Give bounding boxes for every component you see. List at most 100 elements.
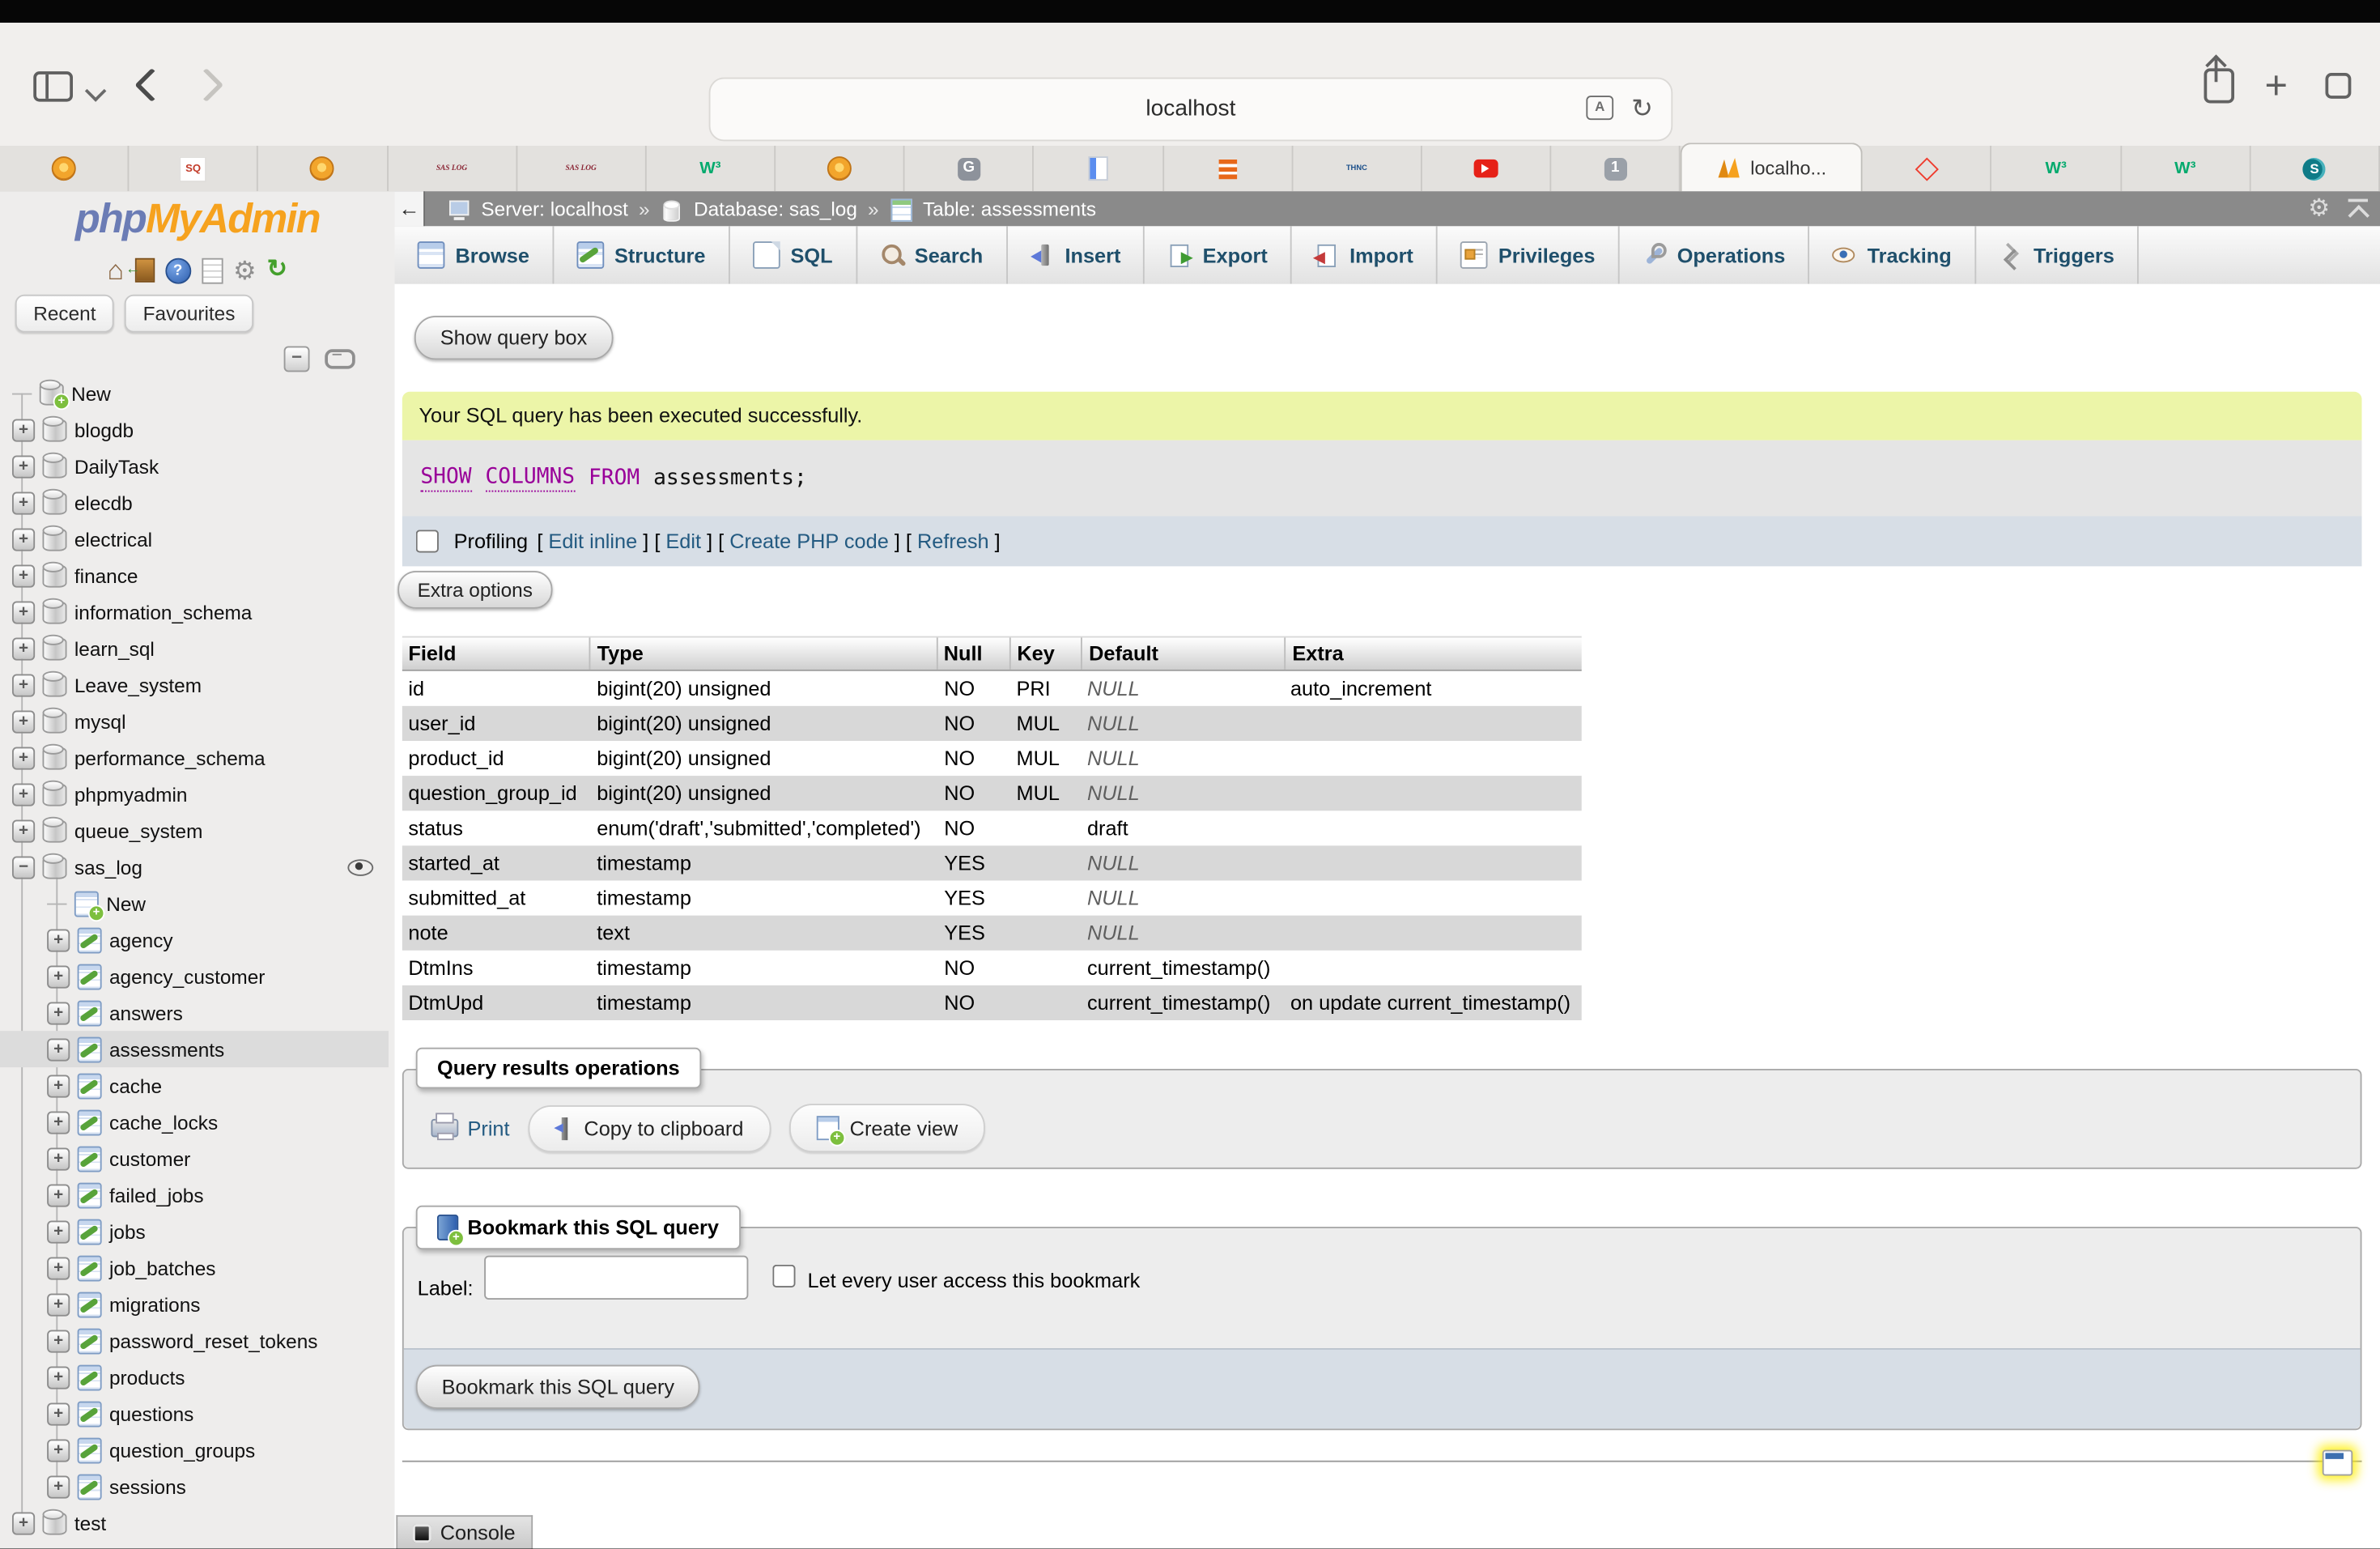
favourites-button[interactable]: Favourites — [125, 295, 253, 333]
console-tab[interactable]: Console — [396, 1515, 532, 1548]
sidebar-item-failed-jobs[interactable]: failed_jobs — [0, 1177, 389, 1213]
tab-overview-icon[interactable] — [2326, 73, 2352, 99]
sidebar-item-leave-system[interactable]: Leave_system — [0, 666, 389, 703]
plus-box-icon[interactable] — [47, 1184, 70, 1206]
tab-export[interactable]: Export — [1145, 226, 1291, 283]
sidebar-item-question-groups[interactable]: question_groups — [0, 1432, 389, 1468]
plus-box-icon[interactable] — [12, 747, 35, 769]
print-link[interactable]: Print — [431, 1117, 510, 1139]
scroll-to-top-icon[interactable] — [2348, 198, 2368, 219]
tab-triggers[interactable]: Triggers — [1976, 226, 2139, 283]
address-bar[interactable]: localhost A ↻ — [709, 78, 1673, 142]
tab-privileges[interactable]: Privileges — [1438, 226, 1620, 283]
plus-box-icon[interactable] — [12, 674, 35, 696]
plus-box-icon[interactable] — [47, 1147, 70, 1170]
minus-box-icon[interactable] — [12, 856, 35, 879]
tab-structure[interactable]: Structure — [554, 226, 730, 283]
plus-box-icon[interactable] — [47, 1330, 70, 1352]
profiling-link-create-php-code[interactable]: Create PHP code — [729, 530, 889, 552]
tab-search[interactable]: Search — [857, 226, 1008, 283]
browser-tab-squat[interactable] — [130, 146, 259, 191]
tab-tracking[interactable]: Tracking — [1809, 226, 1975, 283]
sidebar-item-assessments[interactable]: assessments — [0, 1031, 389, 1067]
extra-options-button[interactable]: Extra options — [397, 571, 552, 609]
sidebar-item-new[interactable]: New — [0, 885, 389, 921]
plus-box-icon[interactable] — [47, 1111, 70, 1134]
sidebar-item-learn-sql[interactable]: learn_sql — [0, 630, 389, 666]
sidebar-toggle-icon[interactable] — [33, 71, 73, 102]
create-view-button[interactable]: Create view — [789, 1104, 985, 1152]
translate-icon[interactable]: A — [1586, 96, 1613, 120]
plus-box-icon[interactable] — [47, 1038, 70, 1061]
sidebar-item-elecdb[interactable]: elecdb — [0, 484, 389, 521]
plus-box-icon[interactable] — [47, 1366, 70, 1389]
profiling-link-refresh[interactable]: Refresh — [917, 530, 989, 552]
sidebar-item-sas-log[interactable]: sas_log — [0, 849, 389, 885]
plus-box-icon[interactable] — [47, 1002, 70, 1024]
reload-icon[interactable]: ↻ — [1631, 79, 1653, 140]
breadcrumb-server[interactable]: Server: localhost — [481, 198, 628, 220]
plus-box-icon[interactable] — [12, 637, 35, 660]
sidebar-item-products[interactable]: products — [0, 1359, 389, 1395]
plus-box-icon[interactable] — [12, 419, 35, 441]
sidebar-item-test[interactable]: test — [0, 1504, 389, 1541]
sidebar-item-phpmyadmin[interactable]: phpmyadmin — [0, 776, 389, 812]
collapse-all-icon[interactable]: − — [284, 347, 310, 372]
sidebar-item-performance-schema[interactable]: performance_schema — [0, 739, 389, 776]
documentation-icon[interactable] — [202, 257, 223, 283]
sidebar-item-customer[interactable]: customer — [0, 1140, 389, 1177]
sidebar-item-agency-customer[interactable]: agency_customer — [0, 958, 389, 994]
back-icon[interactable] — [134, 68, 168, 102]
plus-box-icon[interactable] — [12, 819, 35, 842]
show-query-box-button[interactable]: Show query box — [414, 316, 613, 360]
share-bookmark-checkbox[interactable] — [772, 1265, 795, 1287]
plus-box-icon[interactable] — [47, 1220, 70, 1243]
tab-browse[interactable]: Browse — [395, 226, 554, 283]
home-icon[interactable]: ⌂ — [108, 257, 124, 284]
plus-box-icon[interactable] — [12, 1512, 35, 1534]
sidebar-item-mysql[interactable]: mysql — [0, 703, 389, 739]
browser-tab-orange-mandala[interactable] — [258, 146, 388, 191]
browser-tab-saslog[interactable] — [517, 146, 647, 191]
tab-operations[interactable]: Operations — [1619, 226, 1809, 283]
new-tab-icon[interactable]: + — [2265, 66, 2288, 105]
link-icon[interactable] — [325, 349, 355, 368]
sidebar-item-finance[interactable]: finance — [0, 557, 389, 594]
plus-box-icon[interactable] — [12, 455, 35, 478]
plus-box-icon[interactable] — [47, 965, 70, 988]
chevron-down-icon[interactable] — [85, 80, 107, 102]
sidebar-item-cache[interactable]: cache — [0, 1067, 389, 1104]
new-window-icon[interactable] — [2323, 1450, 2353, 1476]
sidebar-item-blogdb[interactable]: blogdb — [0, 411, 389, 448]
sidebar-item-cache-locks[interactable]: cache_locks — [0, 1104, 389, 1140]
browser-tab-orange-mandala[interactable] — [0, 146, 130, 191]
share-icon[interactable] — [2204, 68, 2235, 103]
browser-tab-orange-mandala[interactable] — [776, 146, 905, 191]
profiling-checkbox[interactable] — [416, 530, 439, 552]
phpmyadmin-logo[interactable]: phpMyAdmin — [0, 196, 395, 241]
breadcrumb-database[interactable]: Database: sas_log — [694, 198, 857, 220]
tab-import[interactable]: Import — [1292, 226, 1438, 283]
browser-tab-saslog[interactable] — [388, 146, 517, 191]
sidebar-item-jobs[interactable]: jobs — [0, 1213, 389, 1249]
profiling-link-edit[interactable]: Edit — [665, 530, 701, 552]
recent-button[interactable]: Recent — [15, 295, 114, 333]
plus-box-icon[interactable] — [47, 1439, 70, 1462]
collapse-sidebar-arrow[interactable]: ← — [395, 191, 426, 226]
plus-box-icon[interactable] — [12, 710, 35, 733]
browser-tab-one[interactable] — [1551, 146, 1681, 191]
plus-box-icon[interactable] — [47, 1075, 70, 1097]
sidebar-item-queue-system[interactable]: queue_system — [0, 812, 389, 849]
help-icon[interactable]: ? — [165, 257, 191, 283]
plus-box-icon[interactable] — [47, 929, 70, 951]
sidebar-item-agency[interactable]: agency — [0, 921, 389, 958]
browser-tab-sharepoint[interactable] — [2250, 146, 2380, 191]
plus-box-icon[interactable] — [12, 783, 35, 806]
plus-box-icon[interactable] — [47, 1257, 70, 1279]
plus-box-icon[interactable] — [12, 601, 35, 623]
sidebar-item-sessions[interactable]: sessions — [0, 1468, 389, 1504]
browser-tab-docs[interactable] — [1035, 146, 1164, 191]
logout-icon[interactable] — [134, 258, 154, 283]
bookmark-submit-button[interactable]: Bookmark this SQL query — [416, 1365, 700, 1409]
browser-tab-thnc[interactable] — [1293, 146, 1422, 191]
